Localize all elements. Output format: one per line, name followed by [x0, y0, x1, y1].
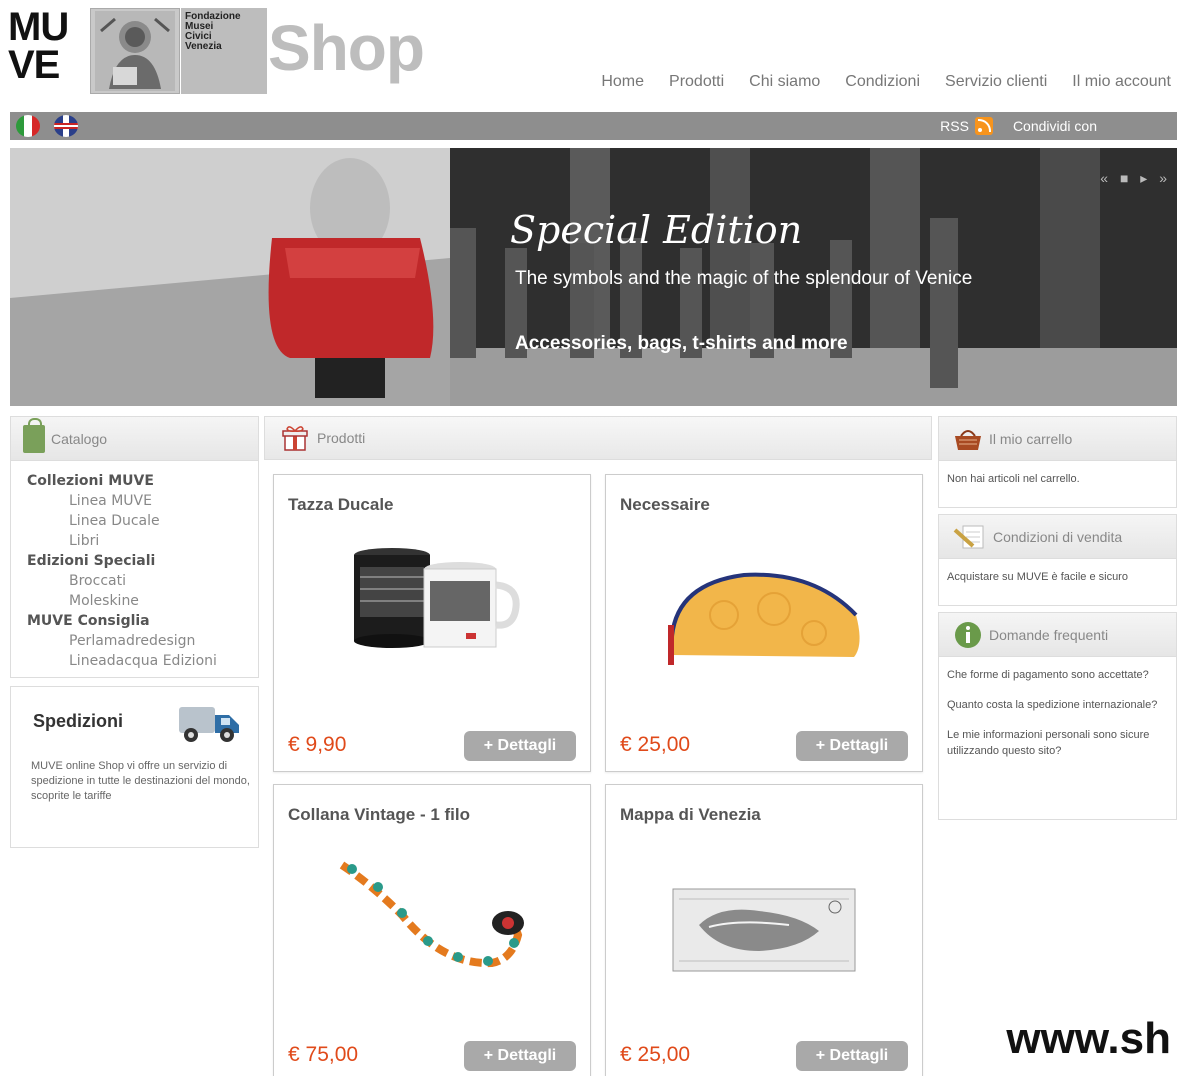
catalog-header: Catalogo [11, 417, 258, 461]
hero-banner[interactable]: Special Edition The symbols and the magi… [10, 148, 1177, 406]
watermark-text: www.sh [1006, 1014, 1171, 1063]
conditions-text[interactable]: Acquistare su MUVE è facile e sicuro [939, 559, 1176, 595]
catalog-box: Catalogo Collezioni MUVE Linea MUVE Line… [10, 416, 259, 678]
rss-link[interactable]: RSS [940, 118, 969, 134]
product-card-collana[interactable]: Collana Vintage - 1 filo € 75,00 + Detta… [273, 784, 591, 1076]
details-button[interactable]: + Dettagli [796, 1041, 908, 1071]
nav-condizioni[interactable]: Condizioni [845, 73, 920, 91]
faq-item[interactable]: Quanto costa la spedizione internazional… [947, 697, 1168, 713]
necklace-image [339, 861, 524, 968]
slider-controls[interactable]: « ■ ▸ » [1100, 170, 1171, 187]
catalog-group-consiglia[interactable]: MUVE Consiglia [27, 611, 258, 631]
rss-icon[interactable] [974, 117, 993, 135]
cart-box: Il mio carrello Non hai articoli nel car… [938, 416, 1177, 508]
map-image [672, 888, 856, 972]
products-title: Prodotti [317, 430, 366, 446]
catalog-group-edizioni[interactable]: Edizioni Speciali [27, 551, 258, 571]
catalog-item[interactable]: Lineadacqua Edizioni [27, 651, 258, 671]
shipping-text: MUVE online Shop vi offre un servizio di… [31, 760, 250, 802]
product-name[interactable]: Necessaire [620, 495, 710, 515]
products-header: Prodotti [264, 416, 932, 460]
nav-il-mio-account[interactable]: Il mio account [1072, 73, 1171, 91]
product-price: € 75,00 [288, 1043, 359, 1066]
catalog-title: Catalogo [51, 430, 108, 447]
shipping-box[interactable]: Spedizioni MUVE online Shop vi offre un … [10, 686, 259, 848]
pen-paper-icon [953, 525, 984, 548]
gift-icon [282, 426, 308, 451]
product-price: € 9,90 [288, 733, 347, 756]
cart-empty-text: Non hai articoli nel carrello. [947, 473, 1080, 485]
catalog-item[interactable]: Moleskine [27, 591, 258, 611]
product-card-necessaire[interactable]: Necessaire € 25,00 + Dettagli [605, 474, 923, 772]
rss-share-area: RSS Condividi con [940, 117, 1097, 135]
catalog-item[interactable]: Linea MUVE [27, 491, 258, 511]
banner-title: Special Edition [510, 208, 803, 252]
logo-muve-line2: VE [8, 43, 60, 87]
lion-seal-icon [90, 8, 180, 94]
catalog-item[interactable]: Broccati [27, 571, 258, 591]
cart-header: Il mio carrello [939, 417, 1176, 461]
conditions-box: Condizioni di vendita Acquistare su MUVE… [938, 514, 1177, 606]
basket-icon [955, 429, 981, 450]
banner-subtitle: The symbols and the magic of the splendo… [515, 268, 973, 289]
main-nav: Home Prodotti Chi siamo Condizioni Servi… [576, 73, 1171, 91]
uk-flag-icon[interactable] [54, 115, 78, 137]
truck-icon [179, 707, 239, 742]
catalog-item[interactable]: Perlamadredesign [27, 631, 258, 651]
mug-image [354, 548, 520, 648]
conditions-header: Condizioni di vendita [939, 515, 1176, 559]
site-header: MU VE Fondazione Musei Civici Venezia Sh… [0, 0, 1177, 112]
banner-tagline: Accessories, bags, t-shirts and more [515, 333, 848, 354]
faq-list: Che forme di pagamento sono accettate? Q… [939, 657, 1176, 783]
shop-logo-text[interactable]: Shop [268, 8, 425, 88]
top-toolbar: RSS Condividi con [10, 112, 1177, 140]
faq-title[interactable]: Domande frequenti [989, 627, 1108, 643]
faq-item[interactable]: Le mie informazioni personali sono sicur… [947, 727, 1168, 759]
product-card-mappa[interactable]: Mappa di Venezia € 25,00 + Dettagli [605, 784, 923, 1076]
product-name[interactable]: Tazza Ducale [288, 495, 394, 515]
product-price: € 25,00 [620, 733, 691, 756]
details-button[interactable]: + Dettagli [464, 731, 576, 761]
faq-box: Domande frequenti Che forme di pagamento… [938, 612, 1177, 820]
pouch-image [668, 572, 860, 665]
info-icon [955, 621, 981, 648]
product-card-tazza[interactable]: Tazza Ducale € 9,90 + Dettagli [273, 474, 591, 772]
catalog-item[interactable]: Libri [27, 531, 258, 551]
faq-header: Domande frequenti [939, 613, 1176, 657]
product-price: € 25,00 [620, 1043, 691, 1066]
logo-muve-line1: MU [8, 5, 69, 49]
shipping-title: Spedizioni [33, 711, 123, 731]
nav-prodotti[interactable]: Prodotti [669, 73, 724, 91]
share-link[interactable]: Condividi con [1013, 118, 1097, 134]
nav-servizio-clienti[interactable]: Servizio clienti [945, 73, 1047, 91]
catalog-list: Collezioni MUVE Linea MUVE Linea Ducale … [11, 461, 258, 671]
conditions-title[interactable]: Condizioni di vendita [993, 529, 1122, 545]
fondazione-line: Venezia [185, 41, 222, 52]
details-button[interactable]: + Dettagli [796, 731, 908, 761]
product-name[interactable]: Mappa di Venezia [620, 805, 761, 825]
muve-logo[interactable]: MU VE [8, 5, 90, 90]
cart-title[interactable]: Il mio carrello [989, 431, 1072, 447]
faq-item[interactable]: Che forme di pagamento sono accettate? [947, 667, 1168, 683]
shopping-bag-icon [23, 417, 45, 453]
product-name[interactable]: Collana Vintage - 1 filo [288, 805, 470, 825]
details-button[interactable]: + Dettagli [464, 1041, 576, 1071]
catalog-item[interactable]: Linea Ducale [27, 511, 258, 531]
nav-home[interactable]: Home [601, 73, 644, 91]
fondazione-logo: Fondazione Musei Civici Venezia [181, 8, 267, 94]
nav-chi-siamo[interactable]: Chi siamo [749, 73, 820, 91]
italian-flag-icon[interactable] [16, 115, 40, 137]
catalog-group-collezioni[interactable]: Collezioni MUVE [27, 471, 258, 491]
